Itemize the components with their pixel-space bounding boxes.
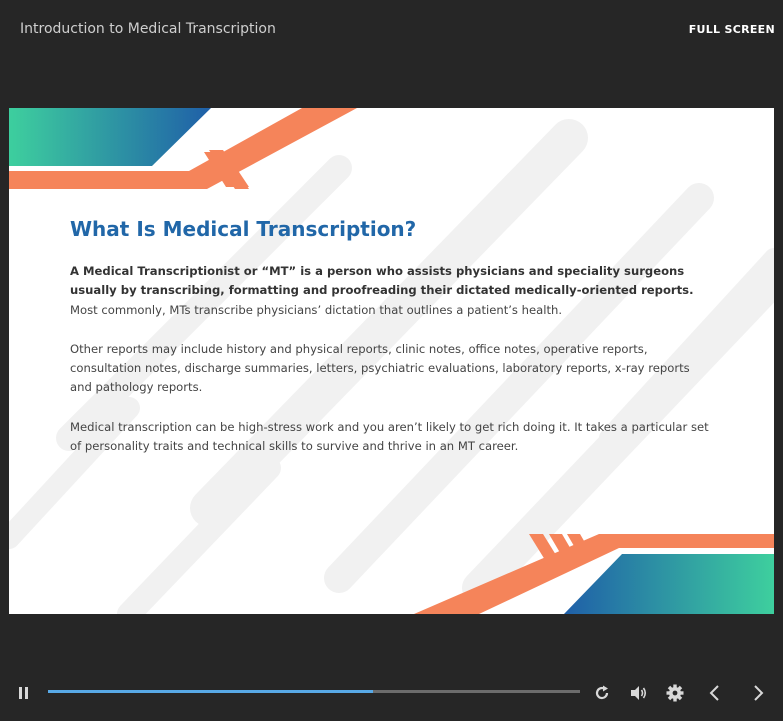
chevron-left-icon[interactable]	[705, 683, 725, 703]
replay-icon[interactable]	[592, 683, 612, 703]
course-title: Introduction to Medical Transcription	[20, 21, 276, 37]
slide-canvas: What Is Medical Transcription? A Medical…	[9, 108, 774, 614]
playback-controls	[0, 674, 783, 710]
paragraph-3: Medical transcription can be high-stress…	[70, 419, 709, 454]
slide-text-block: What Is Medical Transcription? A Medical…	[70, 216, 710, 456]
paragraph-1-rest: Most commonly, MTs transcribe physicians…	[70, 302, 563, 317]
fullscreen-button[interactable]: FULL SCREEN	[689, 23, 775, 36]
slide-heading: What Is Medical Transcription?	[70, 217, 417, 241]
gear-icon[interactable]	[665, 683, 685, 703]
progress-bar[interactable]	[48, 690, 580, 693]
paragraph-1-bold: A Medical Transcriptionist or “MT” is a …	[70, 264, 694, 298]
paragraph-1: A Medical Transcriptionist or “MT” is a …	[70, 262, 710, 320]
player-window: Introduction to Medical Transcription FU…	[0, 0, 783, 721]
progress-fill	[48, 690, 373, 693]
volume-icon[interactable]	[629, 683, 649, 703]
pause-icon[interactable]	[14, 683, 34, 703]
paragraph-2: Other reports may include history and ph…	[70, 341, 690, 395]
chevron-right-icon[interactable]	[748, 683, 768, 703]
top-bar: Introduction to Medical Transcription FU…	[0, 0, 783, 60]
